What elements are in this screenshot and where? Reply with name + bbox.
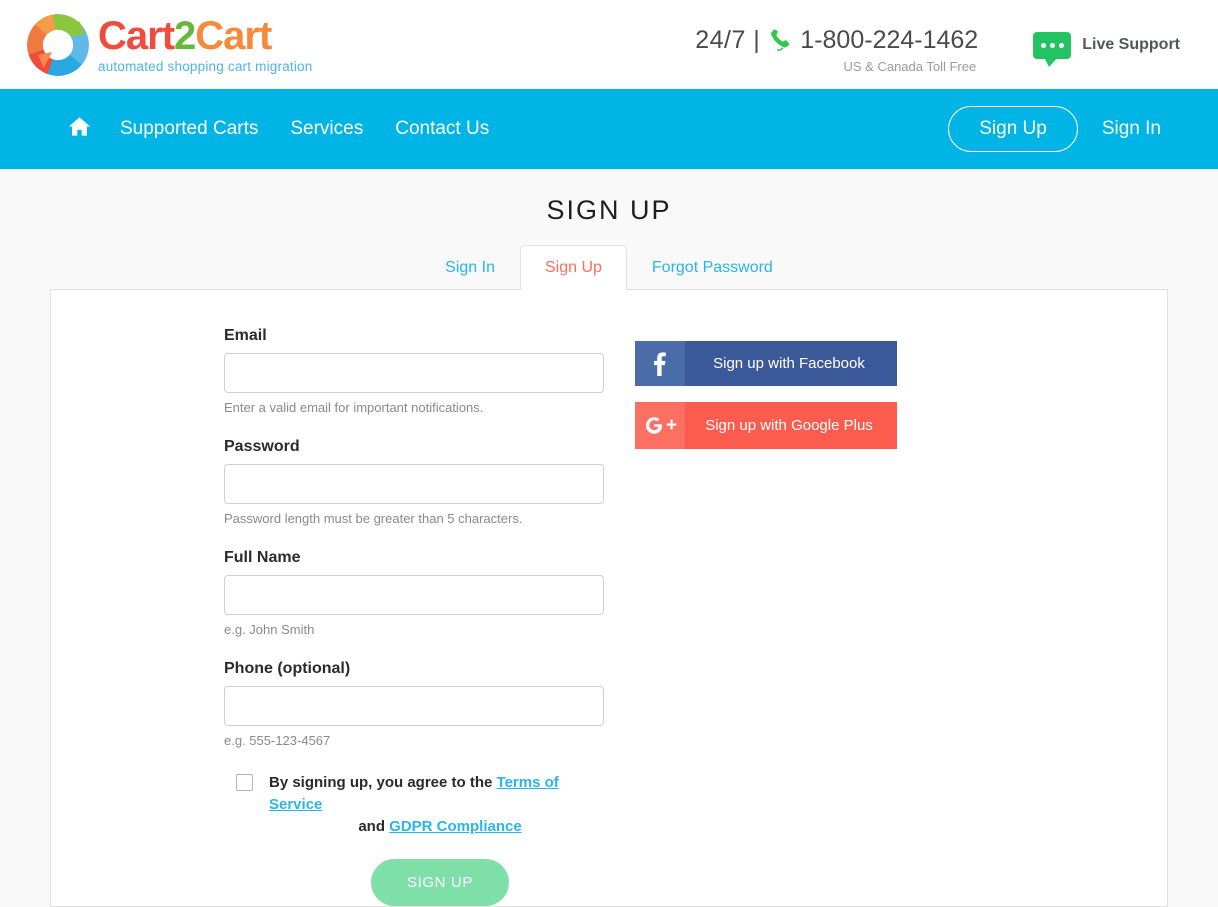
navbar-right: Sign Up Sign In — [948, 106, 1171, 152]
live-support-label: Live Support — [1082, 36, 1180, 53]
terms-text-before: By signing up, you agree to the — [269, 774, 493, 791]
phone-number[interactable]: 1-800-224-1462 — [800, 26, 978, 55]
signup-form: Email Enter a valid email for important … — [51, 327, 611, 906]
phone-block: 24/7 | 1-800-224-1462 US & Canada Toll F… — [695, 16, 978, 74]
terms-text-and: and — [358, 818, 385, 835]
google-plus-signup-label: Sign up with Google Plus — [705, 417, 873, 434]
phone-input[interactable] — [224, 686, 604, 726]
terms-checkbox[interactable] — [236, 774, 253, 791]
logo-word-cart1: Cart — [98, 13, 175, 58]
brand-logo[interactable]: Cart2Cart automated shopping cart migrat… — [27, 13, 312, 76]
facebook-signup-button[interactable]: Sign up with Facebook — [635, 341, 897, 386]
social-signup-column: Sign up with Facebook + Sign up with Goo… — [611, 327, 897, 906]
full-name-label: Full Name — [224, 549, 301, 566]
nav-sign-up-button[interactable]: Sign Up — [948, 106, 1078, 152]
tab-sign-up[interactable]: Sign Up — [519, 245, 627, 290]
password-field-group: Password — [224, 438, 611, 504]
auth-tabs: Sign In Sign Up Forgot Password — [0, 245, 1218, 290]
google-plus-signup-button[interactable]: + Sign up with Google Plus — [635, 402, 897, 449]
email-label: Email — [224, 327, 267, 344]
google-plus-icon: + — [635, 402, 685, 449]
phone-icon — [768, 27, 794, 53]
chat-bubble-icon — [1033, 31, 1072, 67]
full-name-field-group: Full Name — [224, 549, 611, 615]
cart2cart-swirl-logo-icon — [27, 13, 90, 76]
phone-label: Phone (optional) — [224, 660, 351, 677]
navbar-left: Supported Carts Services Contact Us — [0, 114, 489, 144]
phone-subtitle: US & Canada Toll Free — [843, 58, 977, 74]
logo-word-two: 2 — [174, 13, 196, 58]
nav-link-contact-us[interactable]: Contact Us — [395, 118, 489, 140]
nav-sign-in-button[interactable]: Sign In — [1092, 107, 1171, 151]
email-field-group: Email — [224, 327, 611, 393]
logo-word-cart2: Cart — [195, 13, 272, 58]
brand-tagline: automated shopping cart migration — [98, 58, 313, 74]
phone-help-text: e.g. 555-123-4567 — [224, 733, 331, 748]
page-title: SIGN UP — [546, 195, 672, 225]
tab-sign-in[interactable]: Sign In — [420, 245, 520, 289]
tab-forgot-password[interactable]: Forgot Password — [627, 245, 798, 289]
email-help-text: Enter a valid email for important notifi… — [224, 400, 484, 415]
nav-links: Supported Carts Services Contact Us — [120, 118, 489, 140]
terms-agreement-row: By signing up, you agree to the Terms of… — [232, 772, 611, 838]
terms-text: By signing up, you agree to the Terms of… — [269, 772, 611, 838]
top-header: Cart2Cart automated shopping cart migrat… — [0, 0, 1218, 89]
brand-logo-text: Cart2Cart automated shopping cart migrat… — [98, 16, 312, 74]
sign-up-submit-button[interactable]: SIGN UP — [371, 859, 509, 906]
submit-wrapper: SIGN UP — [250, 859, 630, 906]
full-name-help-text: e.g. John Smith — [224, 622, 315, 637]
gdpr-compliance-link[interactable]: GDPR Compliance — [389, 818, 522, 835]
live-support-button[interactable]: Live Support — [1033, 16, 1180, 67]
facebook-signup-label: Sign up with Facebook — [713, 355, 865, 372]
header-right: 24/7 | 1-800-224-1462 US & Canada Toll F… — [695, 16, 1180, 74]
nav-home-button[interactable] — [48, 114, 110, 144]
signup-card: Email Enter a valid email for important … — [50, 289, 1168, 907]
full-name-input[interactable] — [224, 575, 604, 615]
email-input[interactable] — [224, 353, 604, 393]
phone-field-group: Phone (optional) — [224, 660, 611, 726]
facebook-icon — [635, 341, 685, 386]
home-icon — [66, 114, 93, 144]
main-navbar: Supported Carts Services Contact Us Sign… — [0, 89, 1218, 169]
password-label: Password — [224, 438, 300, 455]
phone-prefix: 24/7 | — [695, 25, 761, 54]
password-help-text: Password length must be greater than 5 c… — [224, 511, 523, 526]
nav-link-supported-carts[interactable]: Supported Carts — [120, 118, 258, 140]
nav-link-services[interactable]: Services — [290, 118, 363, 140]
password-input[interactable] — [224, 464, 604, 504]
